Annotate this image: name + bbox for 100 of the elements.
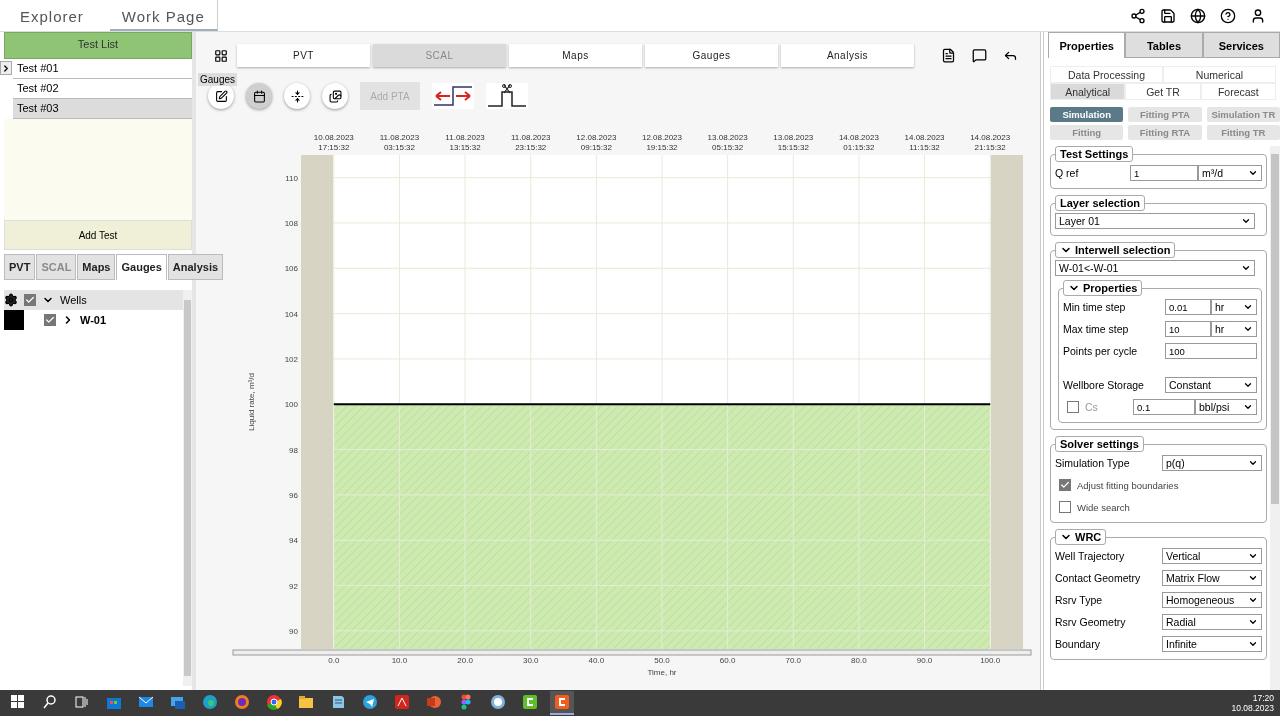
x-tick-label: 10.0 — [391, 656, 408, 665]
unit-select[interactable]: m³/d — [1198, 165, 1262, 181]
calendar-button[interactable] — [246, 83, 272, 109]
scrollbar[interactable] — [183, 290, 192, 686]
option-select[interactable]: Infinite — [1162, 636, 1262, 652]
input-field[interactable]: 100 — [1165, 343, 1257, 359]
sub-tab[interactable]: Get TR — [1125, 83, 1201, 100]
unit-select[interactable]: bbl/psi — [1195, 399, 1257, 415]
field-label: Wellbore Storage — [1063, 379, 1145, 391]
interwell-select[interactable]: W-01<-W-01 — [1055, 260, 1255, 276]
cut-button[interactable] — [486, 83, 528, 109]
shift-button[interactable] — [432, 83, 474, 109]
option-select[interactable]: Matrix Flow — [1162, 570, 1262, 586]
section-title: Layer selection — [1055, 195, 1146, 211]
fold-icon — [290, 89, 304, 103]
time-tick-label: 11.08.2023 13:15:32 — [445, 133, 485, 152]
globe-icon[interactable] — [1190, 7, 1206, 24]
document-icon[interactable] — [941, 48, 956, 63]
help-icon[interactable] — [1220, 7, 1236, 24]
panel-tab[interactable]: Properties — [1048, 32, 1126, 58]
mode-button[interactable]: Simulation — [1050, 107, 1124, 122]
clock-date: 10.08.2023 — [1231, 703, 1274, 713]
add-test-button[interactable]: Add Test — [4, 220, 192, 250]
sub-tab[interactable]: Data Processing — [1050, 66, 1163, 83]
caret-icon — [1248, 595, 1258, 605]
panel-tab[interactable]: Analysis — [167, 254, 224, 280]
field-label: Max time step — [1063, 323, 1130, 335]
type-select[interactable]: p(q) — [1162, 455, 1262, 471]
checkbox[interactable] — [1059, 501, 1071, 513]
module-tab[interactable]: Analysis — [781, 44, 914, 67]
input-field[interactable]: 0.1 — [1133, 399, 1195, 415]
field-label: Rsrv Geometry — [1055, 616, 1127, 628]
sub-tab[interactable]: Analytical — [1050, 83, 1126, 100]
field-label: Simulation Type — [1055, 457, 1131, 469]
field-label: Rsrv Type — [1055, 594, 1104, 606]
section-toggle[interactable]: WRC — [1055, 529, 1107, 545]
settings-icon[interactable] — [4, 293, 18, 307]
range-slider[interactable] — [232, 649, 1032, 656]
panel-tab[interactable]: Services — [1202, 32, 1280, 58]
field-label: Boundary — [1055, 638, 1101, 650]
checkbox[interactable] — [1067, 401, 1079, 413]
start-icon — [9, 693, 27, 711]
x-tick-label: 90.0 — [916, 656, 933, 665]
expand-button[interactable] — [0, 61, 12, 75]
section-toggle[interactable]: Properties — [1063, 280, 1143, 296]
y-tick-label: 98 — [289, 445, 298, 455]
unit-select[interactable]: hr — [1211, 321, 1257, 337]
input-field[interactable]: 1 — [1130, 165, 1198, 181]
section-toggle[interactable]: Interwell selection — [1055, 242, 1176, 258]
grid-icon[interactable] — [214, 48, 228, 63]
caret-icon — [1248, 458, 1258, 468]
y-axis-title: Liquid rate, m³/d — [247, 373, 256, 431]
layer-select[interactable]: Layer 01 — [1055, 213, 1255, 229]
check-icon — [1060, 480, 1070, 490]
input-field[interactable]: 10 — [1165, 321, 1211, 337]
sub-tab[interactable]: Numerical — [1163, 66, 1276, 83]
sub-tab[interactable]: Forecast — [1200, 83, 1276, 100]
test-item[interactable]: Test #03 — [13, 99, 192, 119]
y-tick-label: 96 — [289, 490, 298, 500]
field-label: Min time step — [1063, 301, 1127, 313]
input-field[interactable]: 0.01 — [1165, 299, 1211, 315]
module-tab[interactable]: Maps — [509, 44, 642, 67]
module-tab[interactable]: Gauges — [645, 44, 778, 67]
caret-icon — [1248, 551, 1258, 561]
comment-icon[interactable] — [972, 48, 987, 63]
caret-icon — [1241, 216, 1251, 226]
tooltip: Gauges — [198, 73, 238, 86]
taskbar-app[interactable] — [550, 691, 574, 715]
caret-icon — [1243, 380, 1253, 390]
caret-icon — [1241, 263, 1251, 273]
checkbox[interactable] — [1059, 479, 1071, 491]
option-select[interactable]: Homogeneous — [1162, 592, 1262, 608]
unit-select[interactable]: hr — [1211, 299, 1257, 315]
share-icon[interactable] — [1130, 7, 1146, 24]
checkbox[interactable] — [44, 314, 56, 326]
time-tick-label: 12.08.2023 09:15:32 — [576, 133, 617, 152]
x-tick-label: 40.0 — [588, 656, 605, 665]
y-tick-label: 100 — [284, 400, 298, 410]
x-tick-label: 80.0 — [851, 656, 867, 665]
y-tick-label: 90 — [289, 626, 298, 636]
checkbox[interactable] — [24, 294, 36, 306]
caret-icon — [1248, 639, 1258, 649]
save-icon[interactable] — [1160, 7, 1176, 24]
top-tab[interactable]: Explorer — [8, 0, 96, 31]
field-label: Points per cycle — [1063, 345, 1139, 357]
option-select[interactable]: Vertical — [1162, 548, 1262, 564]
panel-tab[interactable]: Gauges — [116, 254, 167, 280]
compress-button[interactable] — [284, 83, 310, 109]
x-tick-label: 70.0 — [785, 656, 802, 665]
module-tab[interactable]: PVT — [237, 44, 370, 67]
user-icon[interactable] — [1250, 7, 1266, 24]
x-tick-label: 60.0 — [719, 656, 736, 665]
image-button[interactable] — [322, 83, 348, 109]
scrollbar[interactable] — [1270, 146, 1280, 690]
panel-tab[interactable]: Tables — [1125, 32, 1203, 58]
panel-tab[interactable]: PVT — [4, 254, 36, 280]
storage-select[interactable]: Constant — [1165, 377, 1257, 393]
option-select[interactable]: Radial — [1162, 614, 1262, 630]
panel-tab[interactable]: Maps — [77, 254, 116, 280]
time-tick-label: 14.08.2023 21:15:32 — [970, 133, 1011, 152]
